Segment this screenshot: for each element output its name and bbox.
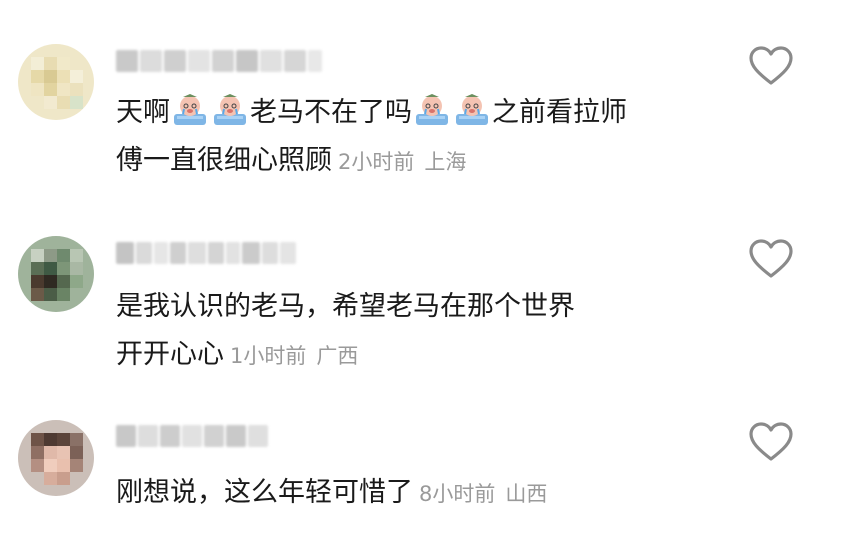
comment-time: 8小时前 (419, 482, 496, 506)
comment-meta: 1小时前 广西 (230, 344, 358, 368)
comment-meta: 2小时前 上海 (338, 150, 466, 174)
comment-text-part: 之前看拉师 (492, 97, 627, 128)
avatar[interactable] (18, 236, 94, 312)
comment-text-part: 刚想说，这么年轻可惜了 (116, 477, 413, 508)
crying-baby-emoji-icon (416, 94, 448, 125)
heart-outline-icon[interactable] (748, 238, 794, 280)
comment-text-part: 傅一直很细心照顾 (116, 145, 332, 176)
crying-baby-emoji-icon (214, 94, 246, 125)
comment-time: 2小时前 (338, 150, 415, 174)
crying-baby-emoji-icon (456, 94, 488, 125)
comment-location: 山西 (505, 482, 548, 506)
comment-text-part: 天啊 (116, 97, 170, 128)
heart-outline-icon[interactable] (748, 45, 794, 87)
comment-text: 刚想说，这么年轻可惜了 8小时前 山西 (116, 469, 726, 518)
avatar[interactable] (18, 44, 94, 120)
comment-time: 1小时前 (230, 344, 307, 368)
comment-location: 上海 (424, 150, 467, 174)
comment-meta: 8小时前 山西 (419, 482, 547, 506)
username-blurred[interactable] (116, 425, 268, 447)
username-blurred[interactable] (116, 242, 296, 264)
comment-text: 天啊 老马不在了吗 之前看拉师 傅一直很细心照顾 2小时前 上海 (116, 89, 726, 186)
crying-baby-emoji-icon (174, 94, 206, 125)
comment-location: 广西 (316, 344, 359, 368)
comment-text-part: 老马不在了吗 (250, 97, 412, 128)
avatar[interactable] (18, 420, 94, 496)
comment-text: 是我认识的老马，希望老马在那个世界 开开心心 1小时前 广西 (116, 283, 726, 380)
heart-outline-icon[interactable] (748, 421, 794, 463)
comment-text-part: 开开心心 (116, 339, 224, 370)
comment-text-part: 是我认识的老马，希望老马在那个世界 (116, 291, 575, 322)
username-blurred[interactable] (116, 50, 322, 72)
